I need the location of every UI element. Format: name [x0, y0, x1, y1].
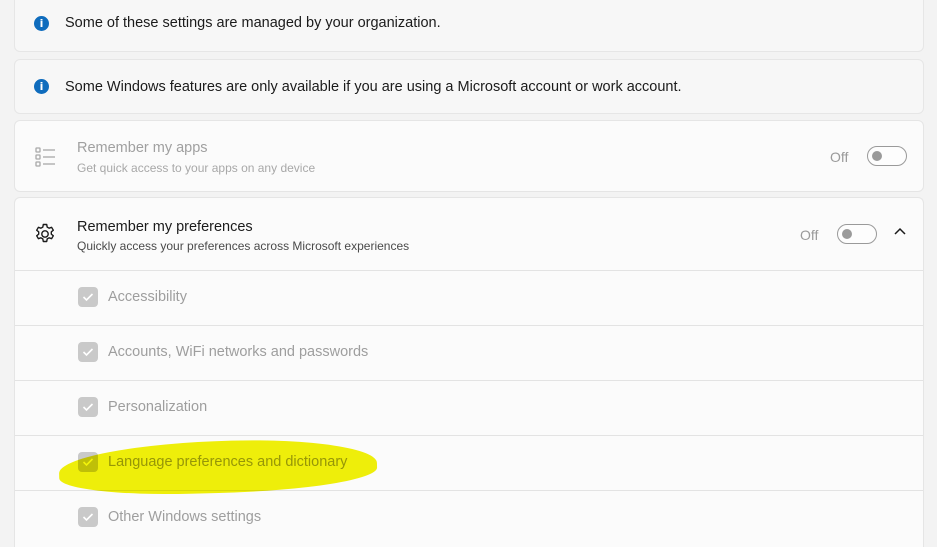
- preference-item-accessibility: Accessibility: [15, 270, 923, 325]
- preference-item-label: Accounts, WiFi networks and passwords: [108, 344, 369, 360]
- preference-item-label: Accessibility: [108, 289, 187, 305]
- checkbox-other[interactable]: [78, 507, 98, 527]
- checkmark-icon: [82, 403, 94, 412]
- checkbox-language[interactable]: [78, 452, 98, 472]
- remember-apps-card: Remember my apps Get quick access to you…: [14, 120, 924, 192]
- toggle-knob: [872, 150, 882, 161]
- remember-preferences-header[interactable]: Remember my preferences Quickly access y…: [15, 198, 923, 270]
- checkbox-accessibility[interactable]: [78, 287, 98, 307]
- preference-item-label: Language preferences and dictionary: [108, 454, 348, 470]
- banner-text: Some Windows features are only available…: [65, 78, 682, 95]
- checkmark-icon: [82, 293, 94, 302]
- banner-text: Some of these settings are managed by yo…: [65, 15, 441, 31]
- remember-apps-title: Remember my apps: [77, 140, 208, 156]
- checkbox-accounts[interactable]: [78, 342, 98, 362]
- preference-item-personalization: Personalization: [15, 380, 923, 435]
- gear-icon: [36, 223, 54, 243]
- preference-item-language: Language preferences and dictionary: [15, 435, 923, 490]
- chevron-up-icon[interactable]: [893, 226, 907, 236]
- preference-item-label: Other Windows settings: [108, 509, 262, 525]
- remember-apps-toggle-state: Off: [830, 149, 849, 165]
- remember-apps-toggle[interactable]: [867, 146, 907, 166]
- microsoft-account-banner: i Some Windows features are only availab…: [14, 59, 924, 114]
- preference-item-accounts: Accounts, WiFi networks and passwords: [15, 325, 923, 380]
- remember-preferences-toggle[interactable]: [837, 224, 877, 244]
- checkmark-icon: [82, 513, 94, 522]
- info-icon: i: [34, 79, 49, 94]
- remember-preferences-title: Remember my preferences: [77, 219, 253, 235]
- toggle-knob: [842, 228, 852, 239]
- preference-item-other: Other Windows settings: [15, 490, 923, 545]
- remember-preferences-toggle-state: Off: [800, 227, 819, 243]
- preference-item-label: Personalization: [108, 399, 208, 415]
- info-icon: i: [34, 15, 49, 31]
- remember-apps-description: Get quick access to your apps on any dev…: [77, 161, 316, 175]
- checkmark-icon: [82, 348, 94, 357]
- managed-by-org-banner: i Some of these settings are managed by …: [14, 0, 924, 52]
- remember-preferences-description: Quickly access your preferences across M…: [77, 239, 410, 253]
- checkbox-personalization[interactable]: [78, 397, 98, 417]
- app-list-icon: [35, 147, 55, 167]
- checkmark-icon: [82, 458, 94, 467]
- remember-preferences-card: Remember my preferences Quickly access y…: [14, 197, 924, 547]
